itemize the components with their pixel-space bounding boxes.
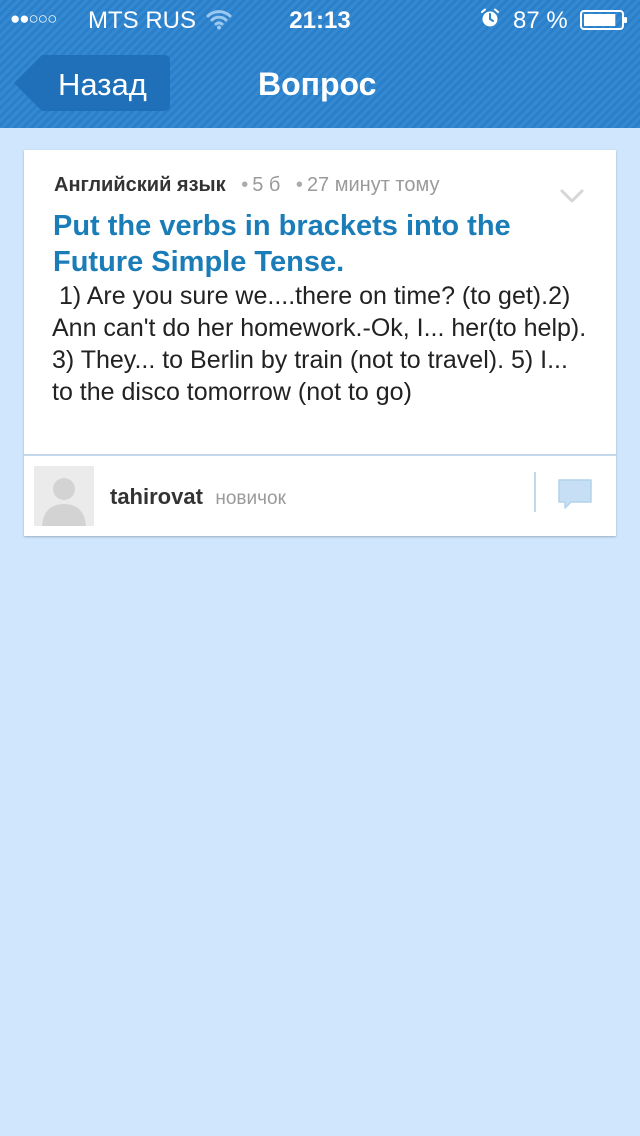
posted-time: 27 минут тому bbox=[306, 174, 440, 196]
app-header: ●●○○○ MTS RUS 21:13 87 % Назад Вопрос bbox=[0, 0, 640, 128]
question-title: Put the verbs in brackets into the Futur… bbox=[53, 210, 511, 278]
page-title: Вопрос bbox=[258, 66, 377, 102]
card-divider bbox=[24, 454, 616, 456]
meta-separator-dot: • bbox=[241, 174, 249, 196]
question-card[interactable]: Английский язык • 5 б • 27 минут тому Put … bbox=[24, 150, 616, 536]
author-rank: новичок bbox=[215, 488, 286, 509]
footer-separator bbox=[534, 472, 536, 512]
points-label: 5 б bbox=[252, 174, 281, 196]
battery-percent: 87 % bbox=[513, 7, 568, 34]
chevron-down-icon[interactable] bbox=[560, 188, 584, 204]
avatar[interactable] bbox=[34, 466, 94, 526]
status-bar: ●●○○○ MTS RUS 21:13 87 % bbox=[0, 0, 640, 40]
comment-icon[interactable] bbox=[557, 478, 593, 510]
subject-label: Английский язык bbox=[54, 174, 226, 196]
author-info: tahirovat новичок bbox=[110, 484, 286, 510]
question-body: 1) Are you sure we....there on time? (to… bbox=[52, 282, 594, 406]
author-name[interactable]: tahirovat bbox=[110, 484, 203, 509]
back-label: Назад bbox=[58, 67, 147, 102]
user-placeholder-icon bbox=[34, 466, 94, 526]
back-button[interactable]: Назад bbox=[14, 55, 170, 111]
meta-separator-dot: • bbox=[295, 174, 303, 196]
alarm-icon bbox=[481, 8, 499, 27]
question-meta: Английский язык • 5 б • 27 минут тому bbox=[54, 174, 586, 197]
battery-icon bbox=[580, 10, 627, 30]
